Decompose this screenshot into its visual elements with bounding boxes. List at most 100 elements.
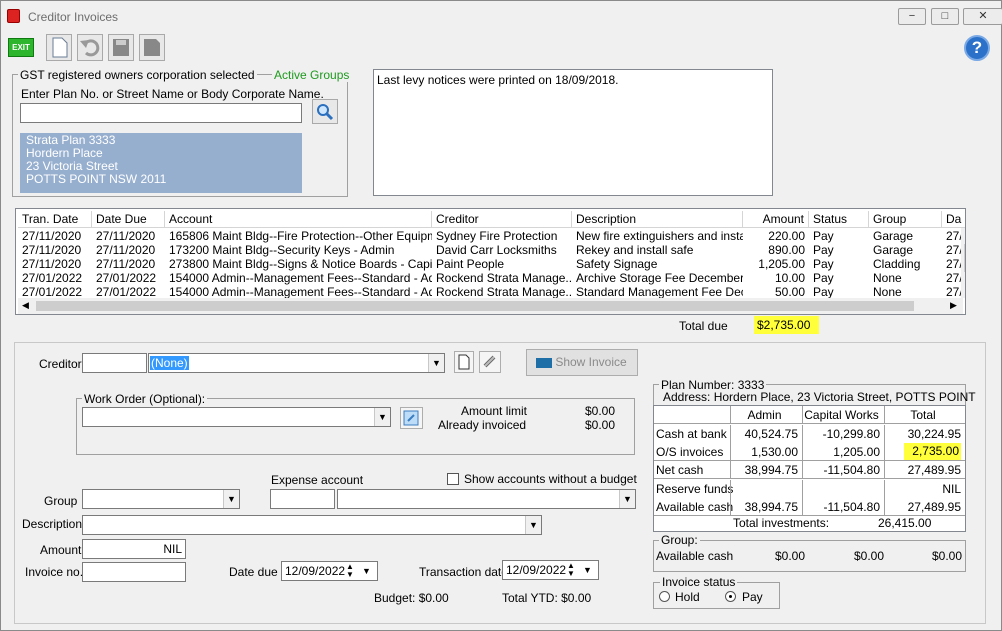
help-button[interactable]: ?: [964, 35, 990, 61]
scroll-right-icon[interactable]: ▶: [950, 300, 957, 311]
summary-total-value: 30,224.95: [884, 425, 965, 443]
cell-creditor: Sydney Fire Protection: [436, 229, 558, 243]
work-order-icon: [403, 410, 419, 426]
undo-button[interactable]: [77, 34, 103, 61]
cell-date: 27/: [946, 285, 961, 298]
chevron-down-icon[interactable]: ▼: [428, 354, 444, 372]
expense-account-code-input[interactable]: [270, 489, 335, 509]
column-header-creditor[interactable]: Creditor: [432, 211, 572, 228]
show-accounts-checkbox[interactable]: [447, 473, 459, 485]
window-title: Creditor Invoices: [28, 10, 119, 24]
show-invoice-button[interactable]: Show Invoice: [526, 349, 638, 376]
column-header-amount[interactable]: Amount: [743, 211, 809, 228]
summary-admin-value: 40,524.75: [730, 425, 802, 443]
group-select[interactable]: ▼: [82, 489, 240, 509]
date-due-calendar-dropdown-icon[interactable]: ▼: [362, 562, 371, 580]
amount-input[interactable]: NIL: [82, 539, 186, 559]
cell-date-due: 27/11/2020: [96, 257, 156, 271]
cell-creditor: David Carr Locksmiths: [436, 243, 557, 257]
table-row[interactable]: 27/01/2022 27/01/2022 154000 Admin--Mana…: [16, 285, 961, 298]
cell-tran-date: 27/11/2020: [22, 229, 82, 243]
creditor-link-button[interactable]: [479, 351, 501, 373]
invoice-no-label: Invoice no.: [25, 565, 84, 579]
description-select[interactable]: ▼: [82, 515, 542, 535]
column-header-group[interactable]: Group: [869, 211, 942, 228]
pay-radio[interactable]: [725, 591, 736, 602]
work-order-select[interactable]: ▼: [82, 407, 391, 427]
scroll-down-icon[interactable]: ▼: [965, 284, 966, 294]
table-row[interactable]: 27/11/2020 27/11/2020 273800 Maint Bldg-…: [16, 257, 962, 271]
cell-amount: 10.00: [774, 271, 805, 285]
summary-total-value: 27,489.95: [884, 461, 965, 479]
owners-corporation-group-title: GST registered owners corporation select…: [18, 68, 257, 82]
creditor-code-input[interactable]: [82, 353, 147, 373]
expense-account-select[interactable]: ▼: [337, 489, 636, 509]
exit-button[interactable]: EXIT: [8, 38, 34, 57]
title-bar: Creditor Invoices − □ ✕: [1, 1, 1002, 31]
vertical-scrollbar[interactable]: ▲ ▼: [961, 228, 966, 298]
transaction-date-input[interactable]: 12/09/2022 ▲ ▼ ▼: [502, 560, 599, 580]
minimize-button[interactable]: −: [898, 8, 926, 25]
new-document-button[interactable]: [46, 34, 72, 61]
hold-radio-label: Hold: [675, 590, 700, 604]
search-input[interactable]: [20, 103, 302, 123]
date-due-label: Date due: [229, 565, 278, 579]
table-row[interactable]: 27/11/2020 27/11/2020 173200 Maint Bldg-…: [16, 243, 962, 257]
horizontal-scroll-thumb[interactable]: [36, 301, 914, 311]
summary-header-capital-works: Capital Works: [802, 406, 884, 424]
search-button[interactable]: [312, 99, 338, 124]
creditor-invoices-window: Creditor Invoices − □ ✕ EXIT ? GST regis…: [0, 0, 1002, 631]
column-header-description[interactable]: Description: [572, 211, 743, 228]
summary-row-os-invoices: O/S invoices 1,530.00 1,205.00 2,735.00: [654, 443, 965, 461]
plan-summary-table: Admin Capital Works Total Cash at bank 4…: [653, 405, 966, 532]
cell-account: 154000 Admin--Management Fees--Standard …: [169, 285, 432, 298]
column-header-status[interactable]: Status: [809, 211, 869, 228]
invoice-grid[interactable]: Tran. Date Date Due Account Creditor Des…: [15, 208, 966, 315]
summary-header-admin: Admin: [730, 406, 802, 424]
hold-radio[interactable]: [659, 591, 670, 602]
save-button[interactable]: [108, 34, 134, 61]
vertical-scroll-thumb[interactable]: [964, 244, 965, 272]
column-header-tran-date[interactable]: Tran. Date: [18, 211, 92, 228]
column-header-date-due[interactable]: Date Due: [92, 211, 165, 228]
folder-icon: [536, 358, 552, 368]
summary-capital-value: 1,205.00: [802, 443, 884, 461]
cell-date-due: 27/11/2020: [96, 229, 156, 243]
invoice-no-input[interactable]: [82, 562, 186, 582]
summary-capital-value: -11,504.80: [802, 461, 884, 479]
save-as-button[interactable]: [139, 34, 165, 61]
horizontal-scrollbar[interactable]: ◀ ▶: [18, 298, 963, 314]
cell-amount: 50.00: [774, 285, 805, 298]
link-icon: [483, 355, 496, 368]
creditor-select[interactable]: (None) ▼: [148, 353, 445, 373]
chevron-down-icon[interactable]: ▼: [223, 490, 239, 508]
document-icon: [458, 354, 470, 370]
selected-plan-box[interactable]: Strata Plan 3333 Hordern Place 23 Victor…: [20, 133, 302, 193]
cell-description: Safety Signage: [576, 257, 658, 271]
already-invoiced-value: $0.00: [585, 418, 616, 432]
chevron-down-icon[interactable]: ▼: [619, 490, 635, 508]
column-header-account[interactable]: Account: [165, 211, 432, 228]
summary-capital-empty: [802, 480, 884, 498]
summary-total-cell: 2,735.00: [884, 443, 965, 461]
close-button[interactable]: ✕: [963, 8, 1002, 25]
scroll-left-icon[interactable]: ◀: [22, 300, 29, 311]
table-row[interactable]: 27/11/2020 27/11/2020 165806 Maint Bldg-…: [16, 229, 962, 243]
new-document-icon: [52, 37, 68, 58]
active-groups-link[interactable]: Active Groups: [272, 68, 352, 82]
work-order-details-button[interactable]: [400, 407, 423, 429]
date-due-spinner-icon[interactable]: ▲ ▼: [346, 563, 354, 579]
chevron-down-icon[interactable]: ▼: [525, 516, 541, 534]
creditor-details-button[interactable]: [454, 351, 474, 373]
column-header-date[interactable]: Da: [942, 211, 965, 228]
table-row[interactable]: 27/01/2022 27/01/2022 154000 Admin--Mana…: [16, 271, 962, 285]
scroll-up-icon[interactable]: ▲: [965, 230, 966, 240]
summary-row-total-investments: Total investments: 26,415.00: [654, 516, 965, 531]
chevron-down-icon[interactable]: ▼: [374, 408, 390, 426]
notice-text: Last levy notices were printed on 18/09/…: [377, 73, 619, 87]
cell-date: 27/: [946, 229, 962, 243]
date-due-input[interactable]: 12/09/2022 ▲ ▼ ▼: [281, 561, 378, 581]
transaction-date-spinner-icon[interactable]: ▲ ▼: [567, 562, 575, 578]
transaction-date-calendar-dropdown-icon[interactable]: ▼: [583, 561, 592, 579]
maximize-button[interactable]: □: [931, 8, 959, 25]
